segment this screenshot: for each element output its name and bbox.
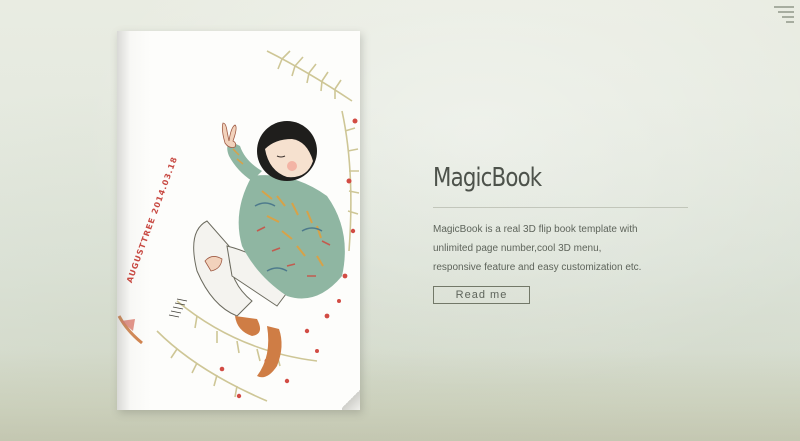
title-divider — [433, 207, 688, 208]
page-curl[interactable] — [342, 388, 360, 410]
hero-content: MagicBook MagicBook is a real 3D flip bo… — [433, 160, 688, 304]
menu-icon[interactable] — [774, 6, 794, 23]
book-cover[interactable]: AUGUSTTREE 2014.03.18 — [117, 31, 360, 410]
hero-description: MagicBook is a real 3D flip book templat… — [433, 224, 642, 273]
read-more-button[interactable]: Read me — [433, 286, 530, 304]
page-title: MagicBook — [433, 163, 542, 193]
